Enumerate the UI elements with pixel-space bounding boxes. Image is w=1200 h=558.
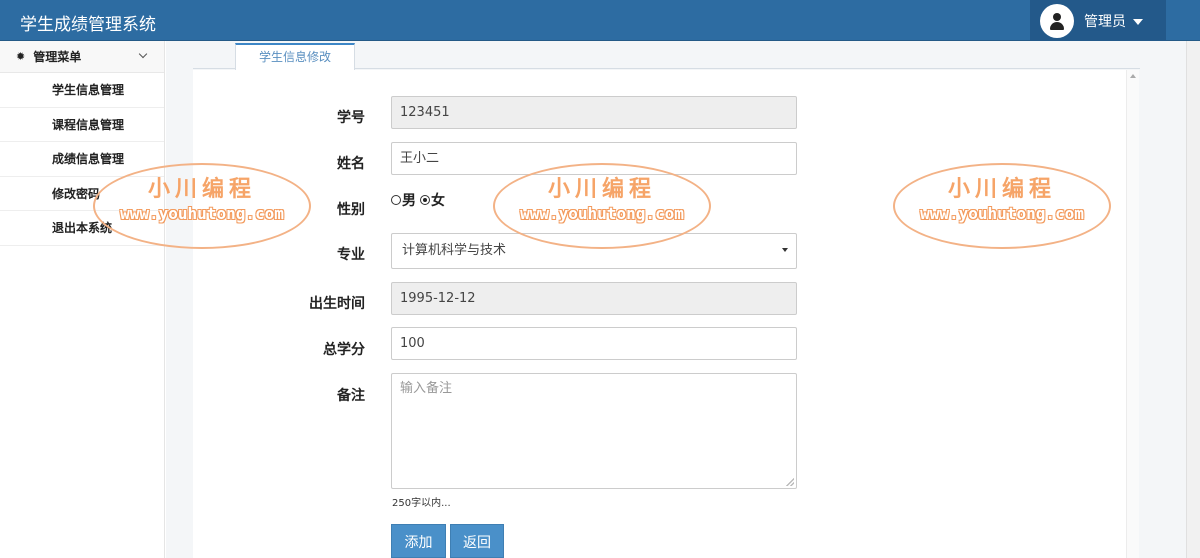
student-id-field[interactable]: 123451: [391, 96, 797, 129]
sidebar-item-label: 学生信息管理: [52, 83, 125, 98]
tab-bar: 学生信息修改: [193, 41, 1140, 71]
remark-textarea[interactable]: [391, 373, 797, 489]
tab-student-edit[interactable]: 学生信息修改: [235, 43, 355, 71]
caret-down-icon: [1133, 18, 1143, 25]
gear-icon: ✹: [16, 50, 26, 63]
resize-grip-icon[interactable]: [786, 478, 794, 486]
gender-option-male: 男: [402, 193, 416, 209]
menu-header[interactable]: ✹ 管理菜单: [0, 41, 164, 73]
chevron-down-icon: [138, 49, 148, 59]
total-credits-label: 总学分: [323, 342, 365, 358]
page-scrollbar[interactable]: [1186, 41, 1200, 558]
watermark-text-en: www.youhutong.com: [520, 204, 684, 223]
total-credits-field[interactable]: 100: [391, 327, 797, 360]
user-icon: [1040, 3, 1074, 38]
panel-scrollbar[interactable]: [1126, 70, 1139, 558]
gender-radio-female[interactable]: [420, 195, 430, 205]
watermark-logo: 小川编程 www.youhutong.com: [493, 163, 711, 249]
watermark-text-en: www.youhutong.com: [120, 204, 284, 223]
app-title: 学生成绩管理系统: [20, 15, 156, 35]
remark-hint: 250字以内...: [392, 498, 451, 509]
watermark-text-cn: 小川编程: [547, 176, 656, 202]
sidebar: ✹ 管理菜单 学生信息管理 课程信息管理 成绩信息管理 修改密码 退出本系统: [0, 41, 165, 558]
add-button[interactable]: 添加: [391, 524, 446, 558]
birth-date-field[interactable]: 1995-12-12: [391, 282, 797, 315]
major-label: 专业: [337, 247, 365, 263]
major-selected-value: 计算机科学与技术: [402, 243, 507, 258]
watermark-text-cn: 小川编程: [947, 176, 1056, 202]
name-label: 姓名: [337, 156, 365, 172]
gender-option-female: 女: [431, 193, 445, 209]
watermark-text-cn: 小川编程: [147, 176, 256, 202]
birth-date-label: 出生时间: [309, 296, 365, 312]
menu-title: 管理菜单: [33, 50, 82, 64]
sidebar-item-label: 修改密码: [52, 186, 101, 201]
user-name: 管理员: [1084, 13, 1126, 30]
scroll-up-icon[interactable]: [1130, 74, 1136, 78]
sidebar-item-label: 成绩信息管理: [52, 152, 125, 167]
select-caret-icon: [782, 248, 788, 252]
top-header: 学生成绩管理系统 管理员: [0, 0, 1200, 41]
gender-radio-group: 男 女: [391, 190, 449, 210]
watermark-logo: 小川编程 www.youhutong.com: [893, 163, 1111, 249]
watermark-text-en: www.youhutong.com: [920, 204, 1084, 223]
student-id-label: 学号: [337, 110, 365, 126]
sidebar-item-student-info[interactable]: 学生信息管理: [0, 73, 164, 108]
back-button[interactable]: 返回: [450, 524, 504, 558]
sidebar-item-label: 课程信息管理: [52, 117, 125, 132]
remark-label: 备注: [337, 388, 365, 404]
user-menu[interactable]: 管理员: [1030, 0, 1166, 41]
watermark-logo: 小川编程 www.youhutong.com: [93, 163, 311, 249]
gender-radio-male[interactable]: [391, 195, 401, 205]
sidebar-item-course-info[interactable]: 课程信息管理: [0, 108, 164, 142]
